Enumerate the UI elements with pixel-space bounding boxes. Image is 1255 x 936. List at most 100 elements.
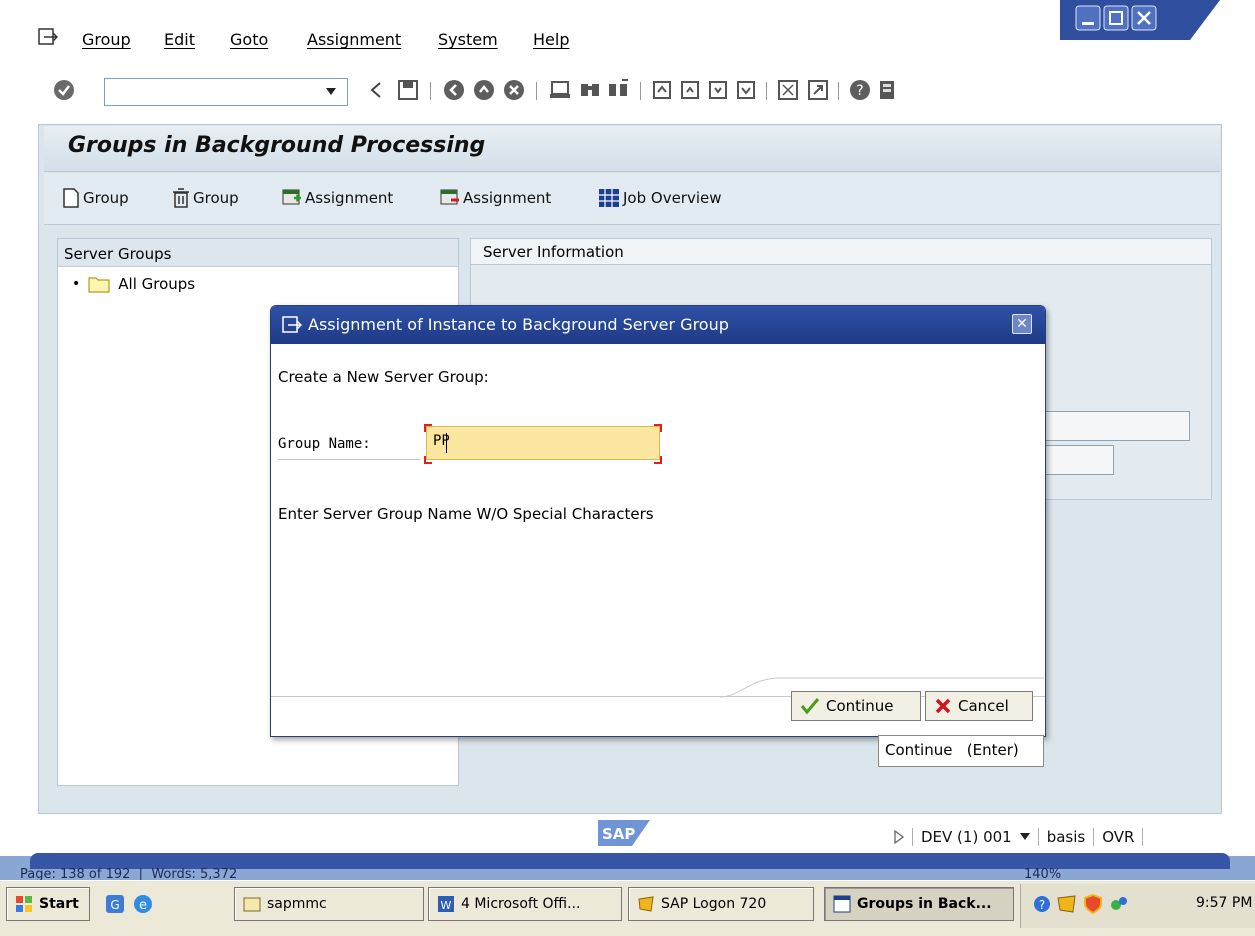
system-info: DEV (1) 001 [921,828,1012,846]
help-icon[interactable]: ? [848,78,872,102]
tray-shield-icon[interactable] [1082,893,1104,915]
shortcut-icon[interactable] [806,78,830,102]
create-group-button[interactable]: Group [62,188,129,208]
new-session-icon[interactable] [776,78,800,102]
input-mode[interactable]: OVR [1102,828,1134,846]
task-label: Groups in Back... [857,896,992,912]
sapmmc-icon [243,897,261,912]
find-next-icon[interactable] [606,78,630,102]
last-page-icon[interactable] [734,78,758,102]
back-icon[interactable] [442,78,466,102]
exit-icon[interactable] [472,78,496,102]
server-groups-title: Server Groups [64,245,172,263]
status-separator [1142,828,1144,846]
dialog-hint: Enter Server Group Name W/O Special Char… [278,505,654,523]
create-group-label: Group [83,189,129,207]
menu-system[interactable]: System [438,30,498,49]
remove-assignment-label: Assignment [463,189,552,207]
toolbar-separator [766,82,767,100]
tray-network-icon[interactable] [1108,893,1130,915]
first-page-icon[interactable] [650,78,674,102]
text-cursor [446,433,447,453]
command-dropdown-icon[interactable] [326,88,336,95]
find-icon[interactable] [578,78,602,102]
status-expand-icon[interactable] [894,830,904,844]
dialog-exit-icon [282,315,302,333]
svg-text:SAP: SAP [602,825,635,843]
menu-help[interactable]: Help [533,30,569,49]
enter-check-icon[interactable] [52,78,76,102]
svg-text:?: ? [856,83,863,99]
customize-layout-icon[interactable] [876,78,900,102]
minimize-icon[interactable] [1075,5,1101,31]
add-assignment-icon [282,189,301,205]
svg-text:G: G [110,898,119,912]
previous-page-icon[interactable] [678,78,702,102]
cancel-button[interactable]: Cancel [925,691,1033,721]
menu-goto[interactable]: Goto [230,30,268,49]
internet-explorer-icon[interactable]: e [132,893,154,915]
system-dropdown-icon[interactable] [1019,833,1030,841]
svg-text:?: ? [1039,898,1045,912]
dialog-close-icon[interactable]: ✕ [1012,314,1032,334]
menu-group[interactable]: Group [82,30,131,49]
continue-button[interactable]: Continue [791,691,921,721]
dialog-title: Assignment of Instance to Background Ser… [282,315,729,334]
menu-edit[interactable]: Edit [164,30,195,49]
delete-group-button[interactable]: Group [172,188,239,208]
label-underline [278,459,420,460]
job-overview-label: Job Overview [623,189,722,207]
folder-icon [88,277,110,293]
sap-logon-icon [638,896,654,912]
task-label: sapmmc [267,896,327,912]
required-marker [654,424,662,432]
cancel-icon[interactable] [502,78,526,102]
continue-label: Continue [826,697,894,715]
status-separator [912,828,913,846]
sap-logo: SAP [598,820,650,846]
status-separator [1037,828,1039,846]
menu-assignment[interactable]: Assignment [307,30,401,49]
cancel-x-icon [935,698,951,714]
remove-assignment-icon [440,189,459,205]
quick-launch-app-icon[interactable]: G [104,893,126,915]
tray-sap-icon[interactable] [1056,893,1078,915]
windows-logo-icon [16,896,32,912]
command-field[interactable] [104,78,348,106]
add-assignment-button[interactable]: Assignment [282,188,393,208]
print-icon[interactable] [548,78,572,102]
server-information-title: Server Information [483,243,624,261]
toolbar-separator [430,82,431,100]
tree-bullet-icon: • [72,276,81,292]
required-marker [424,456,432,464]
start-button[interactable]: Start [6,887,90,921]
next-page-icon[interactable] [706,78,730,102]
maximize-icon[interactable] [1103,5,1129,31]
system-status: DEV (1) 001 basis OVR [894,828,1144,846]
tree-node-all-groups[interactable]: • All Groups [72,275,195,293]
sap-window-icon [833,895,851,913]
toolbar-separator [640,82,641,100]
trash-icon [173,188,189,208]
server-info-field-short[interactable] [1040,445,1114,475]
task-groups-in-background[interactable]: Groups in Back... [824,887,1014,921]
remove-assignment-button[interactable]: Assignment [440,188,551,208]
task-sapmmc[interactable]: sapmmc [234,887,424,921]
group-name-label: Group Name: [278,436,371,452]
server-info-field[interactable] [1040,411,1190,441]
tray-help-icon[interactable]: ? [1032,894,1052,914]
task-sap-logon[interactable]: SAP Logon 720 [628,887,814,921]
save-icon[interactable] [396,78,420,102]
add-assignment-label: Assignment [305,189,394,207]
word-icon: W [438,896,454,912]
tree-node-label: All Groups [118,275,196,293]
job-overview-button[interactable]: Job Overview [598,188,722,208]
svg-text:e: e [139,898,147,913]
menu-exit-icon[interactable] [38,28,58,46]
back-arrow-icon[interactable] [364,78,388,102]
continue-tooltip: Continue (Enter) [878,735,1044,767]
task-microsoft-office[interactable]: W 4 Microsoft Offi... [428,887,622,921]
group-name-input[interactable]: PP [426,426,660,460]
toolbar-separator [536,82,537,100]
user-name: basis [1046,828,1086,846]
